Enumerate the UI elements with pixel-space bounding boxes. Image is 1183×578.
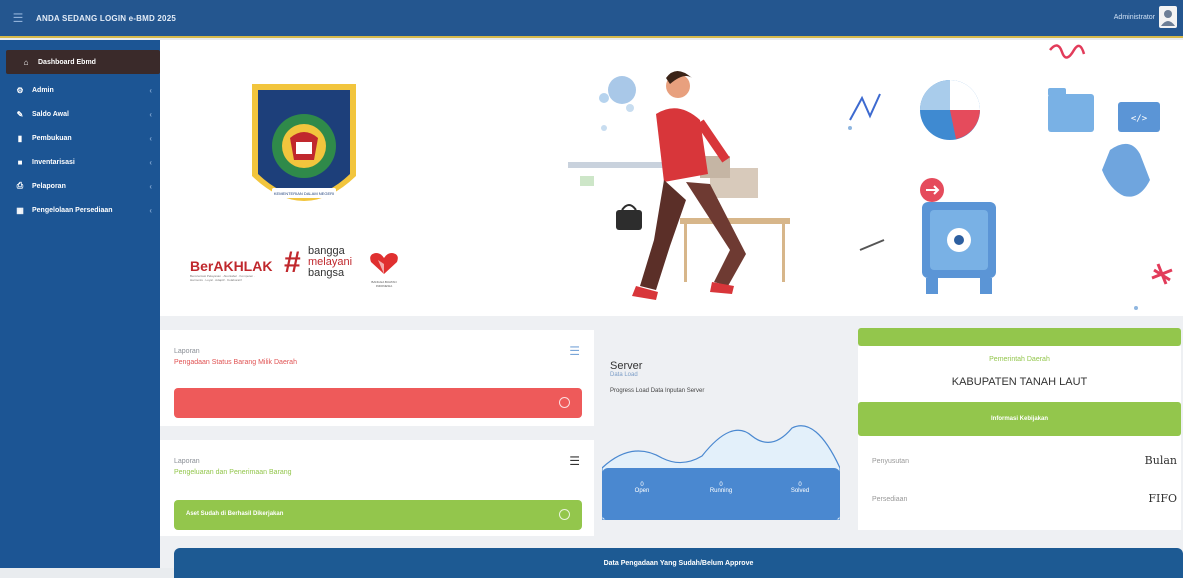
kemendagri-emblem-icon: KEMENTERIAN DALAM NEGERI (252, 84, 356, 201)
server-subtitle: Data Load (610, 372, 638, 378)
laporan-1-status-bar[interactable] (174, 388, 582, 418)
berakhlak-text: BerAKHLAK (190, 258, 273, 274)
sidebar-item-dashboard[interactable]: ⌂ Dashboard Ebmd (6, 50, 160, 74)
laporan-label: Laporan (174, 348, 200, 355)
sidebar: ⌂ Dashboard Ebmd ⚙ Admin ‹ ✎ Saldo Awal … (0, 40, 160, 568)
sidebar-item-label: Pembukuan (32, 134, 72, 142)
svg-text:</>: </> (1131, 114, 1148, 124)
penyusutan-label: Penyusutan (872, 458, 909, 465)
chevron-left-icon: ‹ (149, 133, 152, 143)
running-man-illustration-icon (568, 71, 790, 300)
server-stat-running: 0 Running (709, 482, 733, 494)
sidebar-item-label: Pelaporan (32, 182, 66, 190)
hashtag-icon: # (284, 246, 301, 279)
circle-arrow-icon[interactable] (559, 509, 570, 520)
informasi-kebijakan-label: Informasi Kebijakan (990, 416, 1049, 422)
sidebar-item-pelaporan[interactable]: ⎙ Pelaporan ‹ (0, 174, 160, 198)
server-progress-text: Progress Load Data Inputan Server (610, 388, 705, 394)
grid-icon: ▦ (16, 205, 24, 215)
circle-arrow-icon[interactable] (559, 397, 570, 408)
sidebar-item-saldo-awal[interactable]: ✎ Saldo Awal ‹ (0, 102, 160, 126)
laporan-title[interactable]: Pengeluaran dan Penerimaan Barang (174, 469, 292, 476)
list-icon[interactable]: ☰ (569, 454, 580, 468)
data-pengadaan-title: Data Pengadaan Yang Sudah/Belum Approve (603, 560, 754, 567)
sidebar-item-label: Dashboard Ebmd (38, 58, 96, 66)
laporan-label: Laporan (174, 458, 200, 465)
menu-toggle-icon[interactable]: ☰ (0, 0, 36, 37)
book-icon: ▮ (17, 133, 23, 143)
list-icon[interactable]: ☰ (569, 344, 580, 358)
sidebar-item-inventarisasi[interactable]: ■ Inventarisasi ‹ (0, 150, 160, 174)
chevron-left-icon: ‹ (149, 181, 152, 191)
penyusutan-value: Bulan (1144, 454, 1177, 467)
avatar[interactable] (1159, 6, 1177, 28)
chevron-left-icon: ‹ (149, 205, 152, 215)
edit-icon: ✎ (16, 109, 24, 119)
server-title: Server (610, 360, 643, 372)
login-status-text: ANDA SEDANG LOGIN e-BMD 2025 (36, 13, 176, 23)
bangga-buatan-indonesia-heart-icon (370, 253, 398, 274)
home-icon: ⌂ (23, 57, 29, 67)
sidebar-item-pembukuan[interactable]: ▮ Pembukuan ‹ (0, 126, 160, 150)
main-content: KEMENTERIAN DALAM NEGERI BerAKHLAK Beror… (160, 40, 1183, 578)
sidebar-item-admin[interactable]: ⚙ Admin ‹ (0, 78, 160, 102)
pemda-name: KABUPATEN TANAH LAUT (951, 376, 1088, 388)
chevron-left-icon: ‹ (149, 85, 152, 95)
hero-banner: KEMENTERIAN DALAM NEGERI BerAKHLAK Beror… (160, 40, 1183, 316)
laporan-2-status-bar[interactable]: Aset Sudah di Berhasil Dikerjakan (174, 500, 582, 530)
berakhlak-sub: Berorientasi Pelayanan · Akuntabel · Kom… (190, 274, 256, 282)
sidebar-item-pengelolaan-persediaan[interactable]: ▦ Pengelolaan Persediaan ‹ (0, 198, 160, 222)
pemda-header-bar (858, 328, 1181, 346)
pemda-title: Pemerintah Daerah (989, 356, 1050, 363)
bangga-melayani-logo: bangga melayani bangsa (308, 246, 352, 279)
informasi-kebijakan-button[interactable]: Informasi Kebijakan (858, 402, 1181, 436)
server-stat-solved: 0 Solved (790, 482, 810, 494)
sidebar-item-label: Saldo Awal (32, 110, 69, 118)
server-stat-open: 0 Open (634, 482, 650, 494)
persediaan-label: Persediaan (872, 496, 908, 503)
gear-icon: ⚙ (16, 85, 24, 95)
bangga-line3: bangsa (308, 267, 345, 279)
box-icon: ■ (17, 157, 23, 167)
persediaan-value: FIFO (1148, 492, 1177, 505)
laporan-title[interactable]: Pengadaan Status Barang Milik Daerah (174, 359, 297, 366)
server-stats: 0 Open 0 Running 0 Solved (602, 482, 840, 512)
user-icon (1161, 10, 1175, 26)
top-navbar: ☰ ANDA SEDANG LOGIN e-BMD 2025 Administr… (0, 0, 1183, 38)
printer-icon: ⎙ (16, 181, 24, 190)
laporan-2-bar-text: Aset Sudah di Berhasil Dikerjakan (186, 511, 284, 517)
bangga-buatan-sub: BANGGA BUATAN INDONESIA (371, 280, 397, 288)
berakhlak-logo: BerAKHLAK Berorientasi Pelayanan · Akunt… (190, 258, 272, 282)
data-pengadaan-banner: Data Pengadaan Yang Sudah/Belum Approve (174, 548, 1183, 578)
sidebar-item-label: Pengelolaan Persediaan (32, 206, 113, 214)
chevron-left-icon: ‹ (149, 109, 152, 119)
user-menu[interactable]: Administrator (1114, 6, 1177, 28)
decorative-tech-icons: </> (848, 44, 1173, 310)
emblem-caption: KEMENTERIAN DALAM NEGERI (274, 191, 334, 196)
pemda-card: Pemerintah Daerah KABUPATEN TANAH LAUT I… (858, 346, 1181, 530)
sidebar-item-label: Inventarisasi (32, 158, 75, 166)
server-card: Server Data Load Progress Load Data Inpu… (598, 330, 850, 540)
user-name[interactable]: Administrator (1114, 14, 1155, 21)
chevron-left-icon: ‹ (149, 157, 152, 167)
sidebar-item-label: Admin (32, 86, 54, 94)
